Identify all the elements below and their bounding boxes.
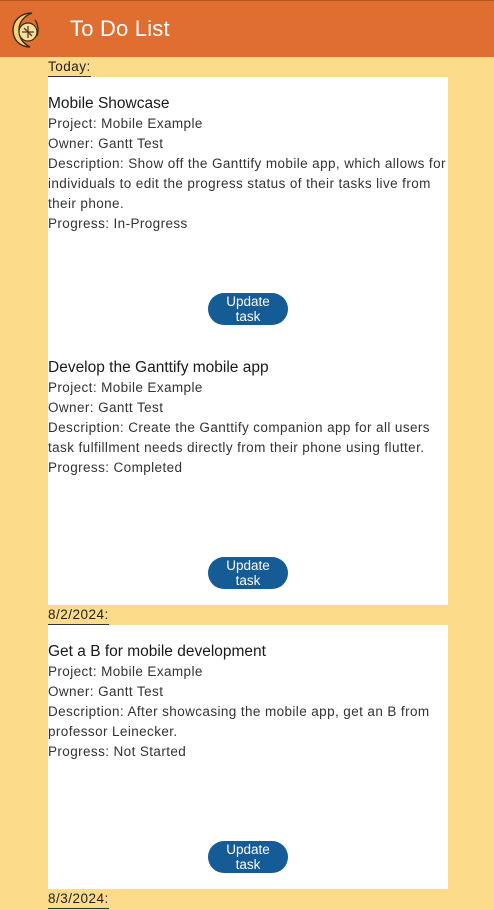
task-description: Description: Show off the Ganttify mobil… [48,156,446,211]
task-card: Get a B for mobile development Project: … [48,625,448,889]
update-task-button[interactable]: Update task [208,293,288,325]
update-task-button[interactable]: Update task [208,557,288,589]
day-card: Get a B for mobile development Project: … [48,625,448,889]
app-bar: To Do List [0,0,494,57]
date-header-today: Today: [48,57,91,77]
task-progress: Progress: Not Started [48,744,187,759]
task-description: Description: After showcasing the mobile… [48,704,430,739]
task-card: Develop the Ganttify mobile app Project:… [48,341,448,605]
task-project: Project: Mobile Example [48,116,203,131]
task-title: Get a B for mobile development [48,643,266,660]
task-title: Develop the Ganttify mobile app [48,359,269,376]
task-owner: Owner: Gantt Test [48,400,164,415]
date-header: 8/3/2024: [48,889,109,909]
day-card: Mobile Showcase Project: Mobile Example … [48,77,448,605]
task-description: Description: Create the Ganttify compani… [48,420,430,455]
ganttify-logo-icon [10,10,42,50]
task-title: Mobile Showcase [48,95,170,112]
date-header: 8/2/2024: [48,605,109,625]
task-project: Project: Mobile Example [48,664,203,679]
task-project: Project: Mobile Example [48,380,203,395]
task-progress: Progress: Completed [48,460,183,475]
task-owner: Owner: Gantt Test [48,136,164,151]
app-title: To Do List [70,16,170,41]
todo-list: Today: Mobile Showcase Project: Mobile E… [48,57,448,909]
task-owner: Owner: Gantt Test [48,684,164,699]
task-card: Mobile Showcase Project: Mobile Example … [48,77,448,341]
task-progress: Progress: In-Progress [48,216,188,231]
update-task-button[interactable]: Update task [208,841,288,873]
